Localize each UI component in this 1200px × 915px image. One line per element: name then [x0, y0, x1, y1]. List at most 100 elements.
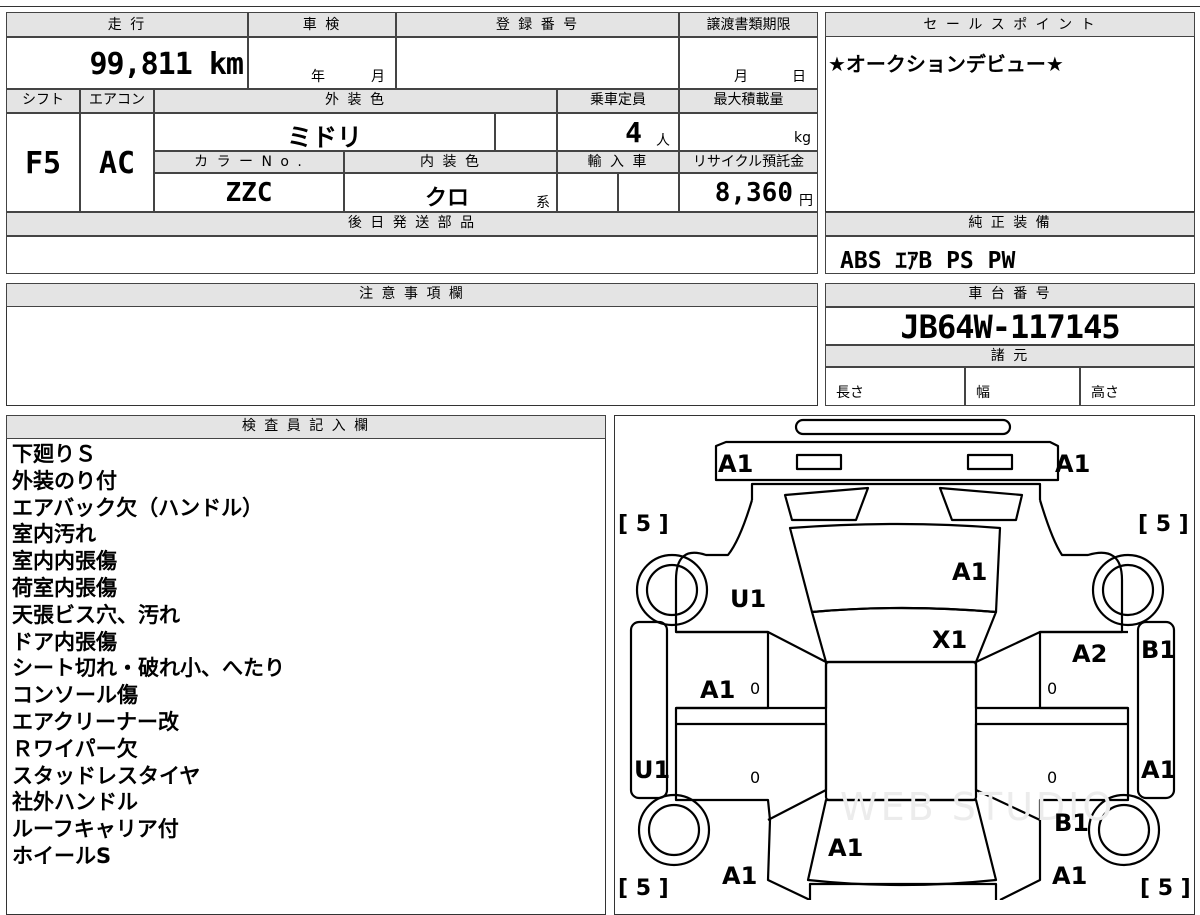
equipment-text: ABS ｴｱB PS PW	[840, 248, 1016, 274]
spec-length-label: 長さ	[836, 385, 864, 401]
remark-item: 社外ハンドル	[12, 790, 138, 815]
ac-value: AC	[98, 146, 136, 181]
remark-item: ルーフキャリア付	[12, 817, 179, 842]
remark-item: 室内汚れ	[12, 522, 96, 547]
chassis-number: JB64W-117145	[900, 308, 1120, 346]
chassis-cell: JB64W-117145	[825, 307, 1195, 346]
transfer-deadline-cell: 月 日	[679, 37, 818, 89]
inspection-header: 車 検	[248, 12, 396, 37]
inspection-cell: 年 月	[248, 37, 396, 89]
tire-rear-right-inner	[1101, 563, 1155, 617]
car-diagram: WEB STUDIO [ 5 ] [ 5 ] [ 5 ] [ 5 ] A1 A1…	[618, 418, 1191, 900]
inspector-remarks-list: 下廻りＳ 外装のり付 エアバック欠（ハンドル） 室内汚れ 室内内張傷 荷室内張傷…	[12, 441, 285, 870]
later-parts-header: 後 日 発 送 部 品	[6, 212, 818, 236]
front-bumper	[808, 882, 998, 900]
import-cell-1	[557, 173, 618, 212]
registration-cell	[396, 37, 679, 89]
tire-grade-rear-left: [ 5 ]	[618, 512, 669, 537]
later-parts-cell	[6, 236, 818, 274]
capacity-value: 4	[625, 116, 642, 149]
remark-item: 室内内張傷	[12, 549, 117, 574]
damage-rear-left: A1	[718, 450, 753, 478]
shift-cell: F5	[6, 113, 80, 212]
sales-point-header: セ ー ル ス ポ イ ン ト	[825, 12, 1195, 37]
spare-tire	[794, 418, 1012, 436]
capacity-header: 乗車定員	[557, 89, 679, 113]
recycle-fee-value: 8,360	[714, 178, 793, 208]
remark-item: エアクリーナー改	[12, 709, 179, 734]
remark-item: ドア内張傷	[12, 629, 117, 654]
rear-light-left	[795, 453, 843, 471]
spec-height-label: 高さ	[1091, 385, 1119, 401]
damage-rear-left-door: A1	[700, 676, 735, 704]
import-cell-2	[618, 173, 679, 212]
remark-item: 荷室内張傷	[12, 575, 117, 600]
spec-width-label: 幅	[976, 385, 990, 401]
remark-item: エアバック欠（ハンドル）	[12, 495, 264, 520]
exterior-color-extra-cell	[495, 113, 557, 151]
door-marker-rear-right: 0	[1047, 679, 1057, 698]
inspection-year-unit: 年	[311, 69, 325, 85]
damage-quarter-left: U1	[730, 585, 766, 613]
damage-quarter-right: A2	[1072, 640, 1107, 668]
transfer-deadline-header: 譲渡書類期限	[679, 12, 818, 37]
tire-rear-left-inner	[645, 563, 699, 617]
interior-color-value: クロ	[425, 186, 470, 211]
damage-front-left: A1	[722, 862, 757, 890]
damage-side-left: U1	[634, 756, 670, 784]
registration-header: 登 録 番 号	[396, 12, 679, 37]
damage-windshield: X1	[932, 626, 967, 654]
cabin-panel	[824, 660, 978, 802]
ac-header: エアコン	[80, 89, 154, 113]
transfer-day-unit: 日	[792, 69, 806, 85]
import-header: 輸 入 車	[557, 151, 679, 173]
chassis-header: 車 台 番 号	[825, 283, 1195, 307]
exterior-color-value: ミドリ	[286, 123, 362, 152]
windshield-panel	[810, 606, 998, 664]
tire-grade-front-left: [ 5 ]	[618, 876, 669, 900]
notes-header: 注 意 事 項 欄	[6, 283, 818, 307]
shift-value: F5	[24, 146, 62, 181]
top-edge-strip	[0, 0, 1200, 7]
tire-front-left-inner	[647, 803, 701, 857]
exterior-color-header: 外 装 色	[154, 89, 557, 113]
remark-item: 外装のり付	[12, 468, 117, 493]
remark-item: Ｒワイパー欠	[12, 736, 138, 761]
shift-header: シフト	[6, 89, 80, 113]
capacity-cell: 4 人	[557, 113, 679, 151]
exterior-color-cell: ミドリ	[154, 113, 495, 152]
equipment-header: 純 正 装 備	[825, 212, 1195, 236]
sales-point-text: ★オークションデビュー★	[828, 52, 1064, 76]
remark-item: 天張ビス穴、汚れ	[12, 602, 180, 627]
damage-fender-right: B1	[1054, 809, 1089, 837]
inspector-header: 検 査 員 記 入 欄	[6, 415, 606, 439]
damage-side-right: A1	[1141, 756, 1176, 784]
equipment-cell: ABS ｴｱB PS PW	[825, 236, 1195, 274]
interior-color-suffix: 系	[536, 195, 550, 211]
transfer-month-unit: 月	[734, 69, 748, 85]
max-load-cell: kg	[679, 113, 818, 151]
tire-grade-front-right: [ 5 ]	[1140, 876, 1191, 900]
remark-item: スタッドレスタイヤ	[12, 763, 201, 788]
damage-rear-right: A1	[1055, 450, 1090, 478]
spec-height-cell: 高さ	[1080, 367, 1195, 406]
remark-item: 下廻りＳ	[12, 442, 96, 466]
color-no-header: カ ラ ー N o .	[154, 151, 344, 173]
recycle-fee-unit: 円	[799, 193, 813, 209]
recycle-cell: 8,360 円	[679, 173, 818, 212]
damage-hood: A1	[828, 834, 863, 862]
ac-cell: AC	[80, 113, 154, 212]
door-marker-front-right: 0	[1047, 768, 1057, 787]
max-load-unit: kg	[794, 130, 811, 146]
interior-color-header: 内 装 色	[344, 151, 557, 173]
remark-item: シート切れ・破れ小、へたり	[12, 656, 285, 681]
recycle-header: リサイクル預託金	[679, 151, 818, 173]
damage-roof: A1	[952, 558, 987, 586]
spec-width-cell: 幅	[965, 367, 1080, 406]
inspection-month-unit: 月	[371, 69, 385, 85]
damage-front-right: A1	[1052, 862, 1087, 890]
remark-item: コンソール傷	[12, 683, 138, 708]
mileage-header: 走 行	[6, 12, 248, 37]
rear-window-right	[938, 486, 1024, 522]
max-load-header: 最大積載量	[679, 89, 818, 113]
